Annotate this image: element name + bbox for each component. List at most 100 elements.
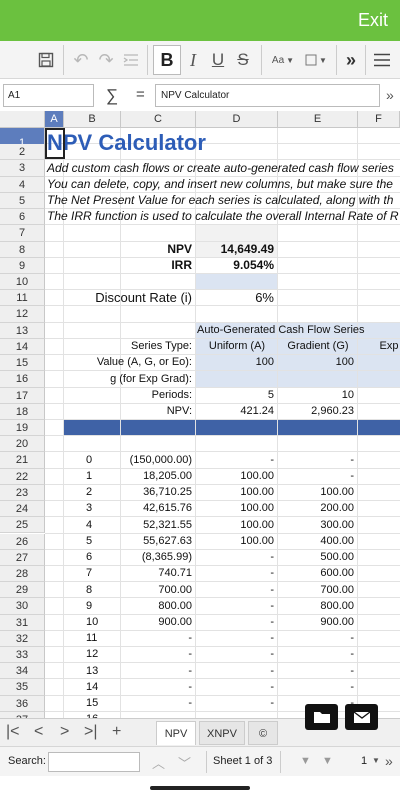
table-cell[interactable]: 200.00 [278,500,354,516]
table-cell[interactable]: 6 [86,549,92,565]
table-cell[interactable]: 4 [86,517,92,533]
strikethrough-button[interactable]: S [232,48,254,72]
table-cell[interactable]: 600.00 [278,565,354,581]
cell-reference-box[interactable]: A1 [3,84,94,107]
border-dropdown[interactable]: ▼ [302,48,330,72]
column-header-e[interactable]: E [278,111,358,128]
table-cell[interactable]: 900.00 [121,614,192,630]
table-cell[interactable]: 15 [86,695,98,711]
row-header-30[interactable]: 30 [0,598,45,615]
row-header-22[interactable]: 22 [0,468,45,485]
formula-icon[interactable]: = [136,86,145,103]
row-header-15[interactable]: 15 [0,355,45,372]
sheet-title[interactable]: NPV Calculator [47,129,206,157]
table-cell[interactable]: (8,365.99) [121,549,192,565]
table-cell[interactable]: 42,615.76 [121,500,192,516]
table-cell[interactable]: 13 [86,663,98,679]
column-header-a[interactable]: A [45,111,64,128]
table-cell[interactable]: 12 [86,646,98,662]
table-cell[interactable]: 16 [86,711,98,718]
table-cell[interactable]: - [278,630,354,646]
table-cell[interactable]: - [196,582,274,598]
folder-icon[interactable] [305,704,338,730]
table-cell[interactable]: 13 [358,549,400,565]
row-header-33[interactable]: 33 [0,647,45,664]
table-cell[interactable]: 100.00 [196,517,274,533]
table-cell[interactable]: 3 [86,500,92,516]
table-cell[interactable]: 14 [86,679,98,695]
table-cell[interactable]: 12 [358,533,400,549]
italic-button[interactable]: I [182,48,204,72]
table-cell[interactable]: - [196,549,274,565]
row-header-10[interactable]: 10 [0,273,45,291]
column-header-f[interactable]: F [358,111,400,128]
table-cell[interactable]: 100.00 [196,500,274,516]
table-cell[interactable]: 36,710.25 [121,484,192,500]
table-cell[interactable]: 500.00 [278,549,354,565]
row-header-14[interactable]: 14 [0,338,45,356]
table-cell[interactable]: 800.00 [121,598,192,614]
row-header-3[interactable]: 3 [0,160,45,177]
search-input[interactable] [48,752,140,772]
table-cell[interactable]: - [121,646,192,662]
spreadsheet-grid[interactable]: A B C D E F 1 2 3 4 5 6 7 8 9 10 11 12 13 14 15 16 17 18 19 20 21 2… [0,111,400,718]
find-next-icon[interactable]: ﹀ [178,753,191,772]
series-periods[interactable]: 5 [196,387,274,403]
row-header-34[interactable]: 34 [0,663,45,680]
row-header-17[interactable]: 17 [0,387,45,404]
mail-icon[interactable] [345,704,378,730]
row-header-11[interactable]: 11 [0,290,45,307]
select-all-corner[interactable] [0,111,45,128]
table-cell[interactable]: - [196,452,274,468]
table-cell[interactable]: 740.71 [121,565,192,581]
table-cell[interactable]: - [121,679,192,695]
font-size-dropdown[interactable]: Aa ▼ [268,48,298,72]
row-header-28[interactable]: 28 [0,565,45,583]
table-cell[interactable]: 14 [358,565,400,581]
row-header-25[interactable]: 25 [0,517,45,534]
table-cell[interactable]: - [196,679,274,695]
save-icon[interactable] [36,48,56,72]
table-cell[interactable]: 12 [358,517,400,533]
row-header-7[interactable]: 7 [0,225,45,242]
formula-input[interactable]: NPV Calculator [155,84,380,107]
row-header-29[interactable]: 29 [0,582,45,599]
more-icon[interactable]: » [385,753,393,769]
table-cell[interactable]: - [196,598,274,614]
table-cell[interactable]: 8 [86,582,92,598]
table-cell[interactable]: 100.00 [196,484,274,500]
chevron-down-icon[interactable]: ▼ [300,755,311,767]
table-cell[interactable]: 11 [86,630,97,646]
table-cell[interactable]: 100.00 [196,533,274,549]
add-sheet-button[interactable]: + [112,723,121,741]
table-cell[interactable]: - [121,695,192,711]
table-cell[interactable]: - [121,663,192,679]
chevron-down-icon[interactable]: ▼ [322,755,333,767]
row-header-35[interactable]: 35 [0,679,45,696]
table-cell[interactable]: 5 [86,533,92,549]
bold-button[interactable]: B [155,48,179,72]
table-cell[interactable]: 55,627.63 [121,533,192,549]
table-cell[interactable]: 800.00 [278,598,354,614]
table-cell[interactable]: - [278,646,354,662]
table-cell[interactable]: 400.00 [278,533,354,549]
table-cell[interactable]: - [121,711,192,718]
table-cell[interactable]: - [196,663,274,679]
table-cell[interactable]: - [196,630,274,646]
column-header-d[interactable]: D [196,111,278,128]
tab-xnpv[interactable]: XNPV [199,721,245,745]
series-type-value[interactable]: Gradient (G) [278,338,358,354]
row-header-16[interactable]: 16 [0,371,45,388]
discount-value[interactable]: 6% [196,290,274,306]
table-cell[interactable]: (150,000.00) [121,452,192,468]
row-header-27[interactable]: 27 [0,549,45,566]
row-header-31[interactable]: 31 [0,614,45,631]
table-cell[interactable]: 100.00 [278,484,354,500]
row-header-23[interactable]: 23 [0,484,45,502]
undo-icon[interactable]: ↶ [70,48,92,72]
table-cell[interactable]: 1 [86,468,92,484]
column-header-c[interactable]: C [121,111,196,128]
prev-sheet-icon[interactable]: < [34,723,43,741]
table-cell[interactable]: - [278,468,354,484]
underline-button[interactable]: U [207,48,229,72]
